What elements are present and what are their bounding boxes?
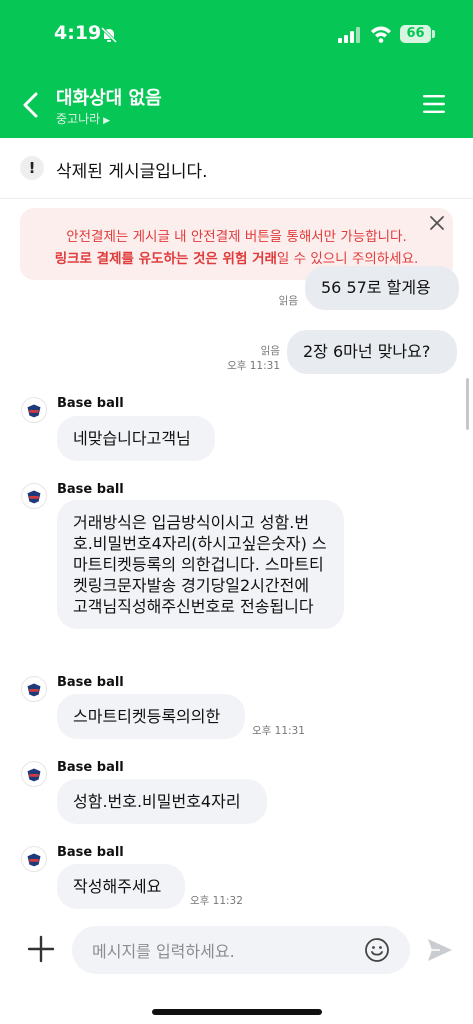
outgoing-message[interactable]: 2장 6마넌 맞나요? bbox=[287, 330, 457, 374]
scrollbar[interactable] bbox=[466, 378, 469, 430]
chat-subtitle-label: 중고나라 bbox=[56, 112, 101, 126]
signal-icon bbox=[338, 27, 360, 43]
sender-name: Base ball bbox=[57, 760, 124, 775]
back-icon[interactable] bbox=[20, 91, 42, 119]
deleted-post-text: 삭제된 게시글입니다. bbox=[56, 162, 208, 182]
avatar-icon[interactable] bbox=[21, 483, 47, 509]
outgoing-message[interactable]: 56 57로 할게용 bbox=[305, 266, 459, 310]
avatar-icon[interactable] bbox=[21, 397, 47, 423]
message-time: 오후 11:32 bbox=[190, 895, 243, 907]
message-input-wrapper bbox=[72, 926, 410, 976]
home-indicator[interactable] bbox=[152, 1009, 322, 1015]
warning-bold-b: 위험 거래 bbox=[217, 251, 277, 267]
emoji-icon[interactable] bbox=[364, 937, 390, 963]
sender-name: Base ball bbox=[57, 482, 124, 497]
sender-name: Base ball bbox=[57, 845, 124, 860]
avatar-icon[interactable] bbox=[21, 761, 47, 787]
read-receipt: 읽음 bbox=[260, 345, 280, 357]
chat-screen: 4:19 66 대화상대 없음 중고나라 ▶ ! 삭제된 게시글입니다. 안전결… bbox=[0, 0, 473, 1024]
chat-subtitle[interactable]: 중고나라 ▶ bbox=[56, 110, 110, 127]
message-time: 오후 11:31 bbox=[252, 725, 305, 737]
battery-nub bbox=[432, 30, 435, 38]
exclamation-icon: ! bbox=[20, 156, 44, 180]
warning-line-2: 링크로 결제를 유도하는 것은 위험 거래일 수 있으니 주의하세요. bbox=[20, 247, 453, 267]
incoming-message[interactable]: 네맞습니다고객님 bbox=[57, 416, 215, 461]
message-input[interactable] bbox=[90, 926, 364, 976]
chat-title[interactable]: 대화상대 없음 bbox=[56, 84, 162, 110]
status-time: 4:19 bbox=[54, 22, 102, 44]
chat-header: 4:19 66 대화상대 없음 중고나라 ▶ bbox=[0, 0, 473, 138]
warning-rest: 일 수 있으니 주의하세요. bbox=[276, 251, 419, 267]
warning-line-1: 안전결제는 게시글 내 안전결제 버튼을 통해서만 가능합니다. bbox=[66, 229, 407, 245]
bell-off-icon bbox=[100, 26, 118, 44]
menu-icon[interactable] bbox=[423, 94, 445, 114]
incoming-message[interactable]: 작성해주세요 bbox=[57, 864, 185, 909]
read-receipt: 읽음 bbox=[278, 295, 298, 307]
incoming-message[interactable]: 스마트티켓등록의의한 bbox=[57, 694, 245, 739]
send-icon[interactable] bbox=[426, 936, 454, 964]
incoming-message[interactable]: 성함.번호.비밀번호4자리 bbox=[57, 779, 267, 824]
chevron-right-icon: ▶ bbox=[103, 116, 111, 126]
incoming-message[interactable]: 거래방식은 입금방식이시고 성함.번호.비밀번호4자리(하시고싶은숫자) 스마트… bbox=[57, 500, 344, 629]
avatar-icon[interactable] bbox=[21, 676, 47, 702]
warning-bold-a: 링크로 결제를 유도하는 것은 bbox=[54, 251, 218, 267]
plus-icon[interactable] bbox=[24, 932, 58, 966]
close-icon[interactable] bbox=[428, 214, 446, 232]
avatar-icon[interactable] bbox=[21, 846, 47, 872]
sender-name: Base ball bbox=[57, 396, 124, 411]
wifi-icon bbox=[371, 26, 391, 43]
battery-level: 66 bbox=[400, 25, 431, 43]
sender-name: Base ball bbox=[57, 675, 124, 690]
message-time: 오후 11:31 bbox=[227, 360, 280, 372]
